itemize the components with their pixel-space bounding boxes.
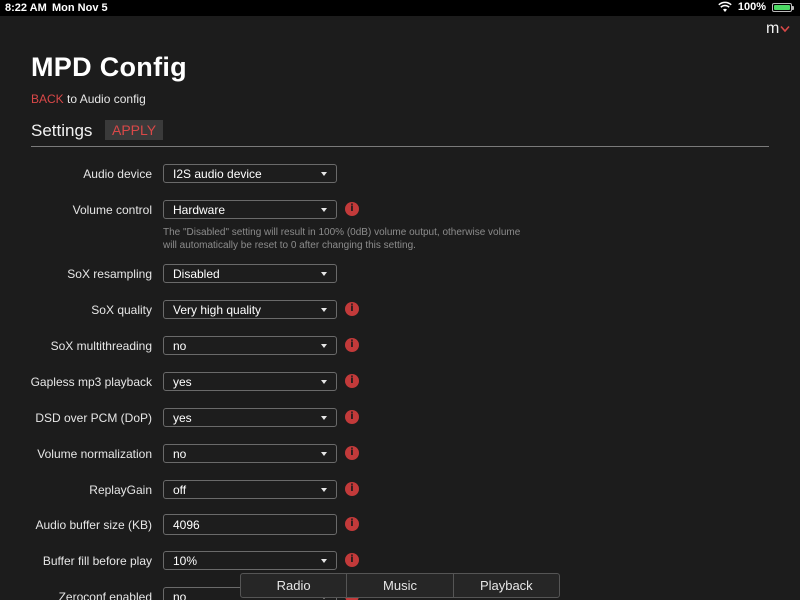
sox-resampling-select[interactable]: Disabled bbox=[163, 264, 337, 283]
info-icon[interactable]: i bbox=[345, 482, 359, 496]
wifi-icon bbox=[718, 1, 732, 12]
info-icon[interactable]: i bbox=[345, 446, 359, 460]
replaygain-select[interactable]: off bbox=[163, 480, 337, 499]
caret-down-icon bbox=[321, 272, 327, 276]
tab-music[interactable]: Music bbox=[346, 574, 452, 597]
audio-buffer-size-kb-label: Audio buffer size (KB) bbox=[35, 518, 152, 532]
buffer-fill-before-play-value: 10% bbox=[173, 554, 198, 568]
audio-device-select[interactable]: I2S audio device bbox=[163, 164, 337, 183]
caret-down-icon bbox=[321, 488, 327, 492]
sox-quality-label: SoX quality bbox=[91, 303, 152, 317]
status-date: Mon Nov 5 bbox=[52, 2, 108, 14]
buffer-fill-before-play-label: Buffer fill before play bbox=[42, 554, 152, 568]
volume-control-value: Hardware bbox=[173, 203, 226, 217]
caret-down-icon bbox=[321, 208, 327, 212]
tab-radio[interactable]: Radio bbox=[241, 574, 346, 597]
breadcrumb: BACK to Audio config bbox=[31, 92, 146, 106]
settings-header: Settings APPLY bbox=[31, 120, 769, 147]
mpd-config-page: 8:22 AM Mon Nov 5 100% m MPD Config BACK… bbox=[0, 0, 800, 600]
gapless-mp3-playback-select[interactable]: yes bbox=[163, 372, 337, 391]
info-icon[interactable]: i bbox=[345, 517, 359, 531]
bottom-nav: Radio Music Playback bbox=[240, 573, 560, 598]
page-title: MPD Config bbox=[31, 52, 187, 82]
back-link[interactable]: BACK bbox=[31, 92, 64, 106]
info-icon[interactable]: i bbox=[345, 302, 359, 316]
brand-letter: m bbox=[766, 20, 780, 37]
zeroconf-enabled-label: Zeroconf enabled bbox=[58, 590, 152, 600]
battery-level bbox=[774, 4, 790, 10]
settings-heading: Settings bbox=[31, 121, 93, 140]
status-time: 8:22 AM bbox=[5, 2, 47, 14]
gapless-mp3-playback-label: Gapless mp3 playback bbox=[30, 375, 152, 389]
volume-control-select[interactable]: Hardware bbox=[163, 200, 337, 219]
caret-down-icon bbox=[321, 172, 327, 176]
dsd-over-pcm-dop-select[interactable]: yes bbox=[163, 408, 337, 427]
status-bar: 8:22 AM Mon Nov 5 100% bbox=[0, 0, 800, 16]
buffer-fill-before-play-select[interactable]: 10% bbox=[163, 551, 337, 570]
info-icon[interactable]: i bbox=[345, 338, 359, 352]
volume-normalization-select[interactable]: no bbox=[163, 444, 337, 463]
gapless-mp3-playback-value: yes bbox=[173, 375, 192, 389]
dsd-over-pcm-dop-label: DSD over PCM (DoP) bbox=[35, 411, 152, 425]
volume-control-label: Volume control bbox=[72, 203, 152, 217]
sox-multithreading-value: no bbox=[173, 339, 187, 353]
audio-device-value: I2S audio device bbox=[173, 167, 262, 181]
caret-down-icon bbox=[321, 308, 327, 312]
chevron-down-icon bbox=[780, 25, 790, 33]
sox-multithreading-label: SoX multithreading bbox=[50, 339, 152, 353]
caret-down-icon bbox=[321, 559, 327, 563]
audio-device-label: Audio device bbox=[83, 167, 152, 181]
sox-multithreading-select[interactable]: no bbox=[163, 336, 337, 355]
battery-percent: 100% bbox=[737, 1, 766, 13]
volume-normalization-value: no bbox=[173, 447, 187, 461]
audio-buffer-size-kb-field[interactable] bbox=[163, 514, 337, 535]
info-icon[interactable]: i bbox=[345, 410, 359, 424]
battery-icon bbox=[772, 2, 794, 12]
status-right: 100% bbox=[718, 1, 794, 13]
brand-logo[interactable]: m bbox=[766, 20, 790, 38]
info-icon[interactable]: i bbox=[345, 374, 359, 388]
info-icon[interactable]: i bbox=[345, 202, 359, 216]
info-icon[interactable]: i bbox=[345, 553, 359, 567]
replaygain-value: off bbox=[173, 483, 187, 497]
caret-down-icon bbox=[321, 344, 327, 348]
sox-resampling-value: Disabled bbox=[173, 267, 220, 281]
replaygain-label: ReplayGain bbox=[89, 483, 152, 497]
back-suffix: to Audio config bbox=[63, 92, 146, 106]
sox-quality-select[interactable]: Very high quality bbox=[163, 300, 337, 319]
zeroconf-enabled-value: no bbox=[173, 590, 187, 600]
volume-normalization-label: Volume normalization bbox=[37, 447, 152, 461]
caret-down-icon bbox=[321, 380, 327, 384]
caret-down-icon bbox=[321, 416, 327, 420]
dsd-over-pcm-dop-value: yes bbox=[173, 411, 192, 425]
apply-button[interactable]: APPLY bbox=[105, 120, 164, 140]
caret-down-icon bbox=[321, 452, 327, 456]
tab-playback[interactable]: Playback bbox=[452, 574, 559, 597]
volume-control-help: The "Disabled" setting will result in 10… bbox=[163, 227, 521, 251]
sox-quality-value: Very high quality bbox=[173, 303, 262, 317]
sox-resampling-label: SoX resampling bbox=[67, 267, 152, 281]
